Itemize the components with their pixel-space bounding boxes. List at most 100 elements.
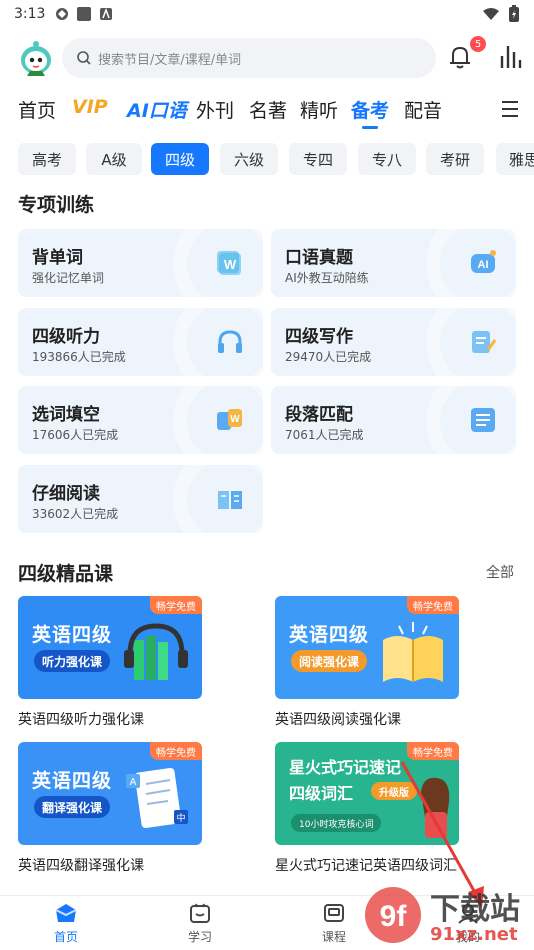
card-subtitle: 17606人已完成 [32,428,119,442]
card-subtitle: 33602人已完成 [32,507,119,521]
chip-cet4[interactable]: 四级 [151,143,209,175]
card-title: 口语真题 [285,248,353,268]
tab-vip[interactable]: VIP [72,96,108,118]
card-title: 仔细阅读 [32,484,100,504]
training-card[interactable]: 口语真题 AI外教互动陪练 AI [271,229,516,297]
card-subtitle: 29470人已完成 [285,350,372,364]
status-notification-icons [55,7,113,21]
status-time: 3:13 [14,6,46,22]
card-title: 选词填空 [32,405,100,425]
tab-journals[interactable]: 外刊 [196,96,234,123]
watermark-text: 下载站 [430,892,520,927]
course-tile[interactable]: 畅学免费 英语四级 听力强化课 [18,596,202,699]
square-status-icon [77,7,92,21]
training-card[interactable]: 仔细阅读 33602人已完成 [18,465,263,533]
battery-icon [509,5,519,22]
chip-postgrad[interactable]: 考研 [426,143,484,175]
writing-icon [472,331,497,353]
app-screen: 3:13 搜索节目/文章/课程/单词 5 首页 VIP AI口语 外刊 名著 精… [0,0,534,950]
courses-more-link[interactable]: 全部 [486,562,514,582]
top-bar: 搜索节目/文章/课程/单词 5 [0,36,534,82]
nav-study-label: 学习 [187,930,212,944]
nav-courses-label: 课程 [321,930,346,944]
wifi-icon [483,8,499,20]
courses-section-title: 四级精品课 [18,563,114,585]
active-tab-indicator [362,126,378,129]
free-badge: 畅学免费 [150,596,202,614]
watermark-logo: 9f 下载站 91xz.net [360,882,534,950]
training-card[interactable]: 四级听力 193866人已完成 [18,308,263,376]
watermark-logo-text: 9f [380,900,408,933]
watermark-site: 91xz.net [430,924,518,945]
study-nav-icon [190,903,210,923]
tab-ai-speaking[interactable]: AI口语 [127,96,187,123]
chip-tem4[interactable]: 专四 [289,143,347,175]
training-card[interactable]: 背单词 强化记忆单词 W [18,229,263,297]
course-name[interactable]: 英语四级翻译强化课 [18,855,144,875]
book-icon [218,491,242,509]
word-card-icon: W [217,251,241,275]
training-card[interactable]: 选词填空 17606人已完成 W [18,386,263,454]
tab-classics[interactable]: 名著 [249,96,287,123]
training-section-title: 专项训练 [18,194,95,216]
card-subtitle: 7061人已完成 [285,428,364,442]
tab-dubbing[interactable]: 配音 [404,96,442,123]
watermark-logo-icon: 9f [365,887,421,943]
status-right [482,5,520,23]
chip-ielts[interactable]: 雅思 [496,143,534,175]
card-title: 四级写作 [285,327,353,347]
app-mascot-icon[interactable] [18,40,54,78]
nav-home[interactable]: 首页 [36,902,96,945]
chip-a-level[interactable]: A级 [86,143,142,175]
course-banner-note: 10小时攻克核心词 [291,814,382,832]
a-status-icon [100,7,113,20]
card-title: 四级听力 [32,327,100,347]
course-name[interactable]: 英语四级阅读强化课 [275,709,401,729]
app-status-icon [56,8,69,20]
course-banner-pill: 听力强化课 [34,650,111,672]
search-input[interactable]: 搜索节目/文章/课程/单词 [62,38,436,78]
menu-icon[interactable] [500,100,520,118]
course-banner-title: 星火式巧记速记 [289,758,402,777]
channel-tabs: 首页 VIP AI口语 外刊 名著 精听 备考 配音 [0,92,534,132]
translation-paper-icon: A 中 [126,768,188,828]
tab-exam-prep[interactable]: 备考 [351,96,389,123]
search-icon [77,51,91,65]
card-subtitle: AI外教互动陪练 [285,271,369,285]
ranking-icon[interactable] [498,44,522,70]
training-card[interactable]: 段落匹配 7061人已完成 [271,386,516,454]
card-subtitle: 强化记忆单词 [32,271,105,285]
training-card[interactable]: 四级写作 29470人已完成 [271,308,516,376]
card-title: 段落匹配 [285,405,353,425]
tab-home[interactable]: 首页 [18,96,56,123]
svg-text:AI: AI [478,259,489,271]
nav-study[interactable]: 学习 [170,902,230,945]
headphones-books-icon [124,623,188,680]
nav-home-label: 首页 [53,930,78,944]
courses-nav-icon [324,904,344,922]
free-badge: 畅学免费 [150,742,202,760]
ai-chat-icon: AI [471,250,496,273]
nav-courses[interactable]: 课程 [304,902,364,945]
chip-tem8[interactable]: 专八 [358,143,416,175]
svg-text:W: W [230,414,240,425]
svg-text:W: W [224,257,237,272]
search-placeholder: 搜索节目/文章/课程/单词 [98,52,242,68]
course-banner-subtitle: 四级词汇 [289,784,354,803]
paragraph-match-icon [471,408,495,432]
open-book-icon [383,622,443,682]
course-tile[interactable]: 畅学免费 英语四级 翻译强化课 A 中 [18,742,202,845]
tab-listening[interactable]: 精听 [300,96,338,123]
chip-gaokao[interactable]: 高考 [18,143,76,175]
word-fill-icon: W [217,409,242,430]
course-banner-title: 英语四级 [32,624,113,646]
free-badge: 畅学免费 [407,596,459,614]
chip-cet6[interactable]: 六级 [220,143,278,175]
course-name[interactable]: 英语四级听力强化课 [18,709,144,729]
course-tile[interactable]: 畅学免费 英语四级 阅读强化课 [275,596,459,699]
headphones-icon [218,330,242,353]
bell-icon[interactable] [447,44,473,70]
card-title: 背单词 [32,248,83,268]
level-chips: 高考 A级 四级 六级 专四 专八 考研 雅思 [0,143,534,177]
home-nav-icon [55,904,77,922]
